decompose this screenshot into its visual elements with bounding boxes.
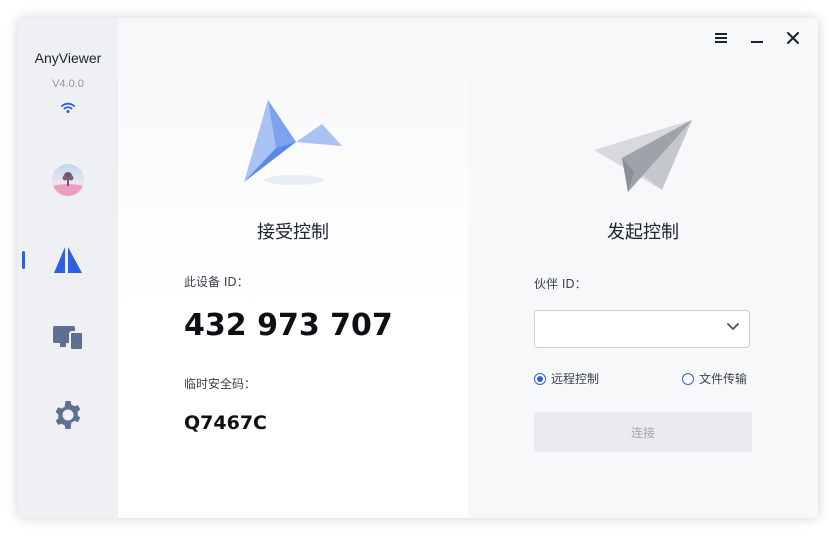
gray-paper-plane-icon — [594, 120, 692, 192]
partner-id-label: 伙伴 ID： — [534, 277, 587, 291]
app-window: AnyViewer V4.0.0 接受控制 此设备 ID： 432 973 70… — [18, 18, 818, 518]
avatar[interactable] — [52, 164, 84, 196]
sidebar-item-devices[interactable] — [18, 315, 118, 359]
device-id-label: 此设备 ID： — [184, 275, 249, 289]
temp-code-label: 临时安全码： — [184, 377, 257, 391]
gear-icon — [55, 401, 81, 429]
sidebar-item-settings[interactable] — [18, 393, 118, 437]
menu-button[interactable] — [706, 28, 736, 48]
app-name: AnyViewer — [34, 50, 102, 66]
close-icon — [787, 32, 799, 44]
anyviewer-logo-icon — [54, 247, 82, 273]
active-indicator — [22, 251, 25, 269]
start-control-panel: 发起控制 伙伴 ID： 远程控制 文件传输 连接 — [468, 18, 818, 518]
blue-paper-plane-icon — [244, 100, 342, 185]
avatar-icon — [52, 164, 84, 196]
radio-unselected[interactable] — [682, 372, 694, 385]
device-id: 432 973 707 — [184, 308, 393, 343]
option-remote-control-label: 远程控制 — [551, 372, 600, 386]
app-version: V4.0.0 — [52, 78, 84, 90]
sidebar-item-remote-control[interactable] — [18, 238, 118, 282]
sidebar: AnyViewer V4.0.0 — [18, 18, 118, 518]
chevron-down-icon[interactable] — [727, 323, 739, 331]
start-control-title: 发起控制 — [607, 222, 679, 243]
connect-button[interactable]: 连接 — [534, 412, 752, 452]
radio-selected[interactable] — [534, 372, 546, 385]
option-remote-control[interactable]: 远程控制 — [534, 370, 599, 387]
minimize-button[interactable] — [742, 28, 772, 48]
close-button[interactable] — [778, 28, 808, 48]
receive-control-panel: 接受控制 此设备 ID： 432 973 707 临时安全码： Q7467C — [118, 18, 468, 518]
main-area: 接受控制 此设备 ID： 432 973 707 临时安全码： Q7467C 发… — [118, 18, 818, 518]
temp-code: Q7467C — [184, 412, 267, 434]
partner-id-input[interactable] — [534, 310, 750, 348]
minimize-icon — [751, 41, 763, 43]
window-controls — [706, 28, 808, 48]
receive-control-title: 接受控制 — [257, 222, 329, 243]
option-file-transfer-label: 文件传输 — [699, 372, 748, 386]
wifi-icon — [61, 102, 75, 113]
menu-icon — [715, 33, 727, 43]
option-file-transfer[interactable]: 文件传输 — [682, 370, 747, 387]
devices-icon — [53, 326, 84, 351]
